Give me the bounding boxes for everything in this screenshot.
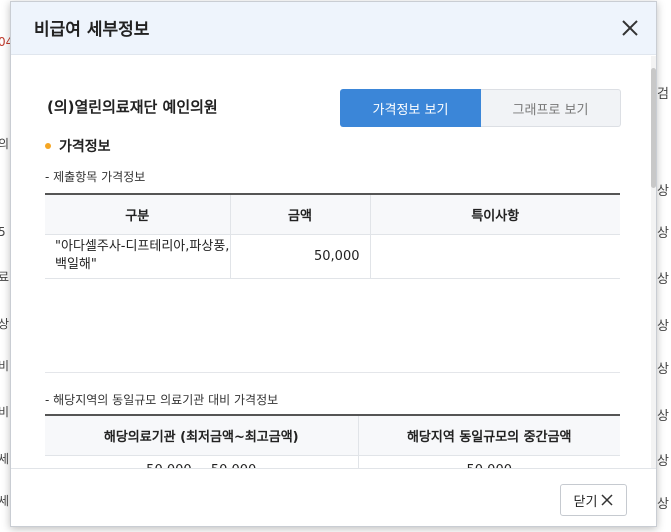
range-cell: 50,000 ~ 50,000 xyxy=(45,455,358,468)
section-title: 가격정보 xyxy=(45,136,111,156)
bg-right-fragment: 상 xyxy=(657,272,669,287)
tab-price-info[interactable]: 가격정보 보기 xyxy=(340,89,481,127)
note-cell xyxy=(369,234,620,279)
bg-left-fragment: 료 xyxy=(0,270,10,284)
column-header: 특이사항 xyxy=(369,194,620,235)
modal-body: (의)열린의료재단 예인의원 가격정보 보기 그래프로 보기 가격정보 - 제출… xyxy=(11,56,656,468)
table-row: "아다셀주사-디프테리아,파상풍,백일해" 50,000 xyxy=(45,234,620,279)
item-cell: "아다셀주사-디프테리아,파상풍,백일해" xyxy=(45,234,230,279)
bg-right-fragment: 상 xyxy=(657,184,669,199)
bullet-dot-icon xyxy=(45,143,51,149)
background-right-column: 검 상 상 상 상 상 상 상 상 xyxy=(655,0,671,532)
modal-header: 비급여 세부정보 xyxy=(11,2,656,55)
column-header: 금액 xyxy=(229,194,370,235)
bg-right-fragment: 상 xyxy=(657,226,669,241)
bg-right-fragment: 상 xyxy=(657,497,669,512)
hospital-name: (의)열린의료재단 예인의원 xyxy=(47,98,218,116)
bg-left-fragment: 세 xyxy=(0,494,10,508)
section-title-text: 가격정보 xyxy=(59,139,111,155)
close-icon[interactable] xyxy=(618,16,642,40)
detail-modal: 비급여 세부정보 (의)열린의료재단 예인의원 가격정보 보기 그래프로 보기 … xyxy=(10,1,657,527)
bg-left-fragment: 5 xyxy=(0,225,6,239)
bg-right-fragment: 검 xyxy=(657,87,669,102)
column-header: 해당지역 동일규모의 중간금액 xyxy=(357,415,620,456)
table-row: 50,000 ~ 50,000 50,000 xyxy=(45,455,620,468)
modal-title: 비급여 세부정보 xyxy=(34,20,150,40)
column-header: 해당의료기관 (최저금액~최고금액) xyxy=(45,415,358,456)
comparison-subtitle: - 해당지역의 동일규모 의료기관 대비 가격정보 xyxy=(45,393,279,407)
view-tabs: 가격정보 보기 그래프로 보기 xyxy=(340,89,621,127)
bg-left-fragment: 의 xyxy=(0,137,10,151)
close-button[interactable]: 닫기 xyxy=(560,484,627,516)
bg-left-fragment: 비 xyxy=(0,405,10,419)
bg-left-fragment: 상 xyxy=(0,317,10,331)
bg-right-fragment: 상 xyxy=(657,362,669,377)
close-icon xyxy=(601,494,613,506)
submitted-price-table: 구분 금액 특이사항 "아다셀주사-디프테리아,파상풍,백일해" 50,000 xyxy=(45,193,620,279)
column-header: 구분 xyxy=(45,194,230,235)
bg-left-fragment: 비 xyxy=(0,359,10,373)
section-divider xyxy=(45,372,620,373)
scrollbar-thumb[interactable] xyxy=(651,68,656,188)
bg-right-fragment: 상 xyxy=(657,319,669,334)
bg-right-fragment: 상 xyxy=(657,409,669,424)
tab-graph-view[interactable]: 그래프로 보기 xyxy=(481,89,621,127)
amount-cell: 50,000 xyxy=(229,234,370,279)
median-cell: 50,000 xyxy=(357,455,620,468)
bg-right-fragment: 상 xyxy=(657,454,669,469)
scrollbar[interactable] xyxy=(651,56,656,468)
bg-left-fragment: 세 xyxy=(0,452,10,466)
submitted-price-subtitle: - 제출항목 가격정보 xyxy=(45,170,146,184)
modal-footer: 닫기 xyxy=(11,468,656,526)
close-button-label: 닫기 xyxy=(573,494,598,510)
comparison-price-table: 해당의료기관 (최저금액~최고금액) 해당지역 동일규모의 중간금액 50,00… xyxy=(45,414,620,468)
